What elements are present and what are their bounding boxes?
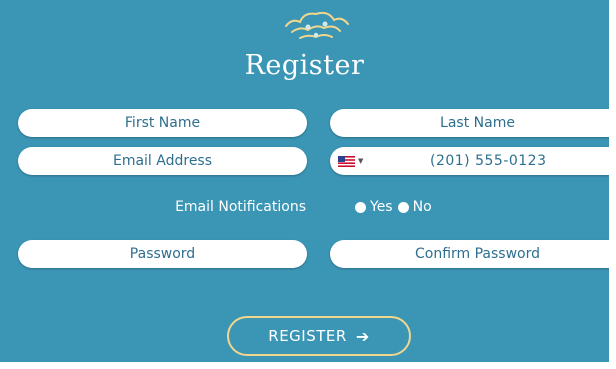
register-panel: Register First Name Last Name Email Addr… <box>0 0 609 362</box>
chevron-down-icon: ▼ <box>358 157 364 165</box>
country-selector[interactable]: ▼ <box>338 155 364 167</box>
first-name-placeholder: First Name <box>124 115 201 131</box>
phone-value: (201) 555-0123 <box>430 153 547 169</box>
cloud-logo-icon <box>285 11 349 39</box>
arrow-right-icon: ➔ <box>355 326 370 346</box>
email-notifications-label: Email Notifications <box>175 199 306 215</box>
radio-no-circle[interactable] <box>397 201 409 213</box>
register-button-label: REGISTER <box>268 327 347 345</box>
register-button[interactable]: REGISTER ➔ <box>227 316 411 356</box>
password-placeholder: Password <box>129 246 196 262</box>
last-name-placeholder: Last Name <box>440 115 515 131</box>
notifications-radio-group: Yes No <box>355 199 437 215</box>
email-input[interactable]: Email Address <box>18 147 307 175</box>
confirm-password-input[interactable]: Confirm Password <box>330 240 609 268</box>
password-input[interactable]: Password <box>18 240 307 268</box>
phone-input[interactable]: ▼ (201) 555-0123 <box>330 147 609 175</box>
first-name-input[interactable]: First Name <box>18 109 307 137</box>
us-flag-icon <box>338 155 355 167</box>
last-name-input[interactable]: Last Name <box>330 109 609 137</box>
radio-no-label: No <box>412 199 432 215</box>
page-title: Register <box>244 50 365 81</box>
radio-no[interactable]: No <box>397 199 432 215</box>
radio-yes-label: Yes <box>370 199 393 215</box>
radio-yes[interactable]: Yes <box>355 199 393 215</box>
email-placeholder: Email Address <box>112 153 213 169</box>
confirm-password-placeholder: Confirm Password <box>414 246 541 262</box>
radio-yes-circle[interactable] <box>355 201 366 213</box>
